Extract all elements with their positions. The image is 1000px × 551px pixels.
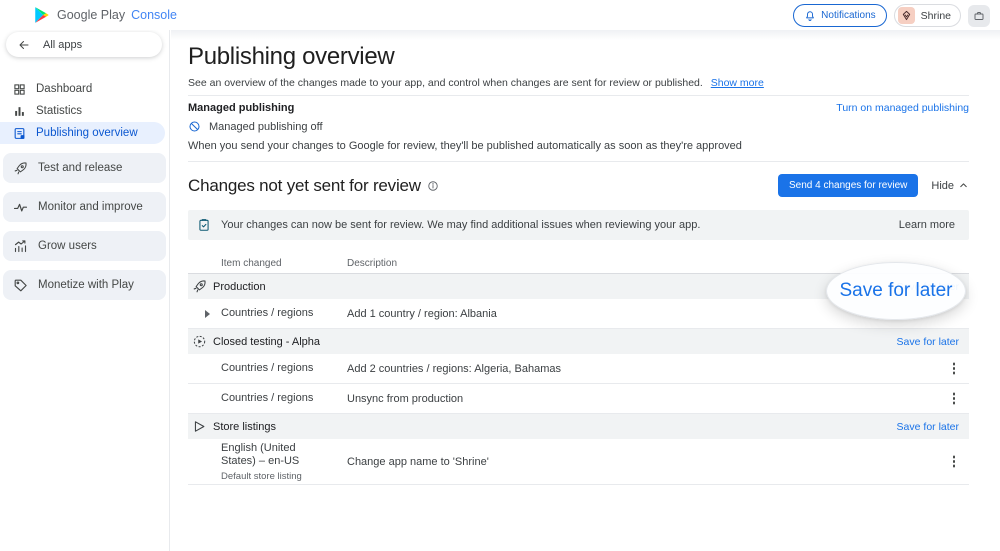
bell-icon xyxy=(804,10,816,22)
back-arrow-icon xyxy=(18,39,30,51)
publishing-overview-icon xyxy=(13,127,26,140)
rocket-icon xyxy=(191,278,208,295)
description-cell: Add 2 countries / regions: Algeria, Baha… xyxy=(347,363,939,375)
row-menu-button[interactable] xyxy=(945,360,963,378)
info-icon[interactable] xyxy=(427,180,439,192)
sidebar-item-label: Statistics xyxy=(36,105,82,117)
kebab-icon xyxy=(953,367,956,370)
growth-chart-icon xyxy=(13,239,28,254)
description-cell: Unsync from production xyxy=(347,393,939,405)
section-row-store-listings: Store listings Save for later xyxy=(188,414,969,439)
pulse-icon xyxy=(13,200,28,215)
row-menu-button[interactable] xyxy=(945,453,963,471)
app-switcher-label: Shrine xyxy=(921,10,951,22)
item-changed-cell: English (United States) – en-US xyxy=(221,442,319,468)
sidebar-group-monitor-and-improve[interactable]: Monitor and improve xyxy=(3,192,166,222)
section-name: Production xyxy=(213,281,266,293)
sidebar-item-dashboard[interactable]: Dashboard xyxy=(0,78,165,100)
column-description: Description xyxy=(347,258,939,269)
expand-row-icon[interactable] xyxy=(204,309,211,318)
all-apps-button[interactable]: All apps xyxy=(6,32,162,57)
chevron-up-icon xyxy=(958,180,969,191)
google-play-console-logo[interactable]: Google Play Console xyxy=(33,0,177,30)
sidebar-item-label: Publishing overview xyxy=(36,127,138,139)
item-changed-subtext: Default store listing xyxy=(221,471,319,482)
managed-publishing-off-icon xyxy=(188,120,201,133)
sidebar-group-label: Grow users xyxy=(38,240,97,252)
kebab-icon xyxy=(953,397,956,400)
tag-icon xyxy=(13,278,28,293)
brand-google-play: Google Play xyxy=(57,8,125,22)
loupe-save-for-later-text[interactable]: Save for later xyxy=(840,280,953,302)
sidebar-group-monetize-with-play[interactable]: Monetize with Play xyxy=(3,270,166,300)
banner-text: Your changes can now be sent for review.… xyxy=(221,219,700,231)
send-changes-button[interactable]: Send 4 changes for review xyxy=(778,174,918,197)
play-console-window: Google Play Console Notifications xyxy=(0,0,1000,551)
notifications-button[interactable]: Notifications xyxy=(793,4,886,27)
account-avatar[interactable] xyxy=(968,5,990,27)
learn-more-link[interactable]: Learn more xyxy=(899,219,955,231)
all-apps-label: All apps xyxy=(43,39,82,51)
sidebar-nav: Dashboard Statistics Pub xyxy=(0,78,165,144)
changes-header-actions: Send 4 changes for review Hide xyxy=(778,174,969,197)
bar-chart-icon xyxy=(13,105,26,118)
play-logo-icon xyxy=(33,6,51,24)
sidebar-group-grow-users[interactable]: Grow users xyxy=(3,231,166,261)
hide-toggle[interactable]: Hide xyxy=(931,180,969,192)
save-for-later-link[interactable]: Save for later xyxy=(897,336,959,348)
sidebar-item-publishing-overview[interactable]: Publishing overview xyxy=(0,122,165,144)
magnifier-loupe: Save for later xyxy=(826,262,966,320)
hide-label: Hide xyxy=(931,180,954,192)
description-cell: Change app name to 'Shrine' xyxy=(347,456,939,468)
item-changed-cell: Countries / regions xyxy=(221,392,313,404)
page-subtitle: See an overview of the changes made to y… xyxy=(188,76,969,91)
sidebar-group-label: Monitor and improve xyxy=(38,201,143,213)
page-title: Publishing overview xyxy=(188,42,969,72)
topbar-actions: Notifications Shrine xyxy=(793,4,990,27)
sidebar-item-statistics[interactable]: Statistics xyxy=(0,100,165,122)
show-more-link[interactable]: Show more xyxy=(711,77,764,89)
store-listings-icon xyxy=(191,418,208,435)
save-for-later-link[interactable]: Save for later xyxy=(897,421,959,433)
managed-publishing-status: Managed publishing off xyxy=(188,120,969,133)
section-name: Store listings xyxy=(213,421,276,433)
sidebar-item-label: Dashboard xyxy=(36,83,92,95)
kebab-icon xyxy=(953,460,956,463)
sidebar-group-test-and-release[interactable]: Test and release xyxy=(3,153,166,183)
review-banner: Your changes can now be sent for review.… xyxy=(188,210,969,240)
briefcase-icon xyxy=(973,10,985,22)
brand-console: Console xyxy=(131,8,177,22)
sidebar-group-label: Test and release xyxy=(38,162,122,174)
managed-publishing-status-text: Managed publishing off xyxy=(209,121,323,133)
table-row-algeria-bahamas: Countries / regions Add 2 countries / re… xyxy=(188,354,969,384)
section-name: Closed testing - Alpha xyxy=(213,336,320,348)
table-row-store-listing: English (United States) – en-US Default … xyxy=(188,439,969,485)
managed-publishing-description: When you send your changes to Google for… xyxy=(188,140,969,152)
sidebar-groups: Test and release Monitor and improve xyxy=(3,153,166,309)
row-menu-button[interactable] xyxy=(945,390,963,408)
clipboard-check-icon xyxy=(197,218,211,232)
item-changed-cell: Countries / regions xyxy=(221,362,313,374)
sidebar-group-label: Monetize with Play xyxy=(38,279,134,291)
section-row-closed-testing: Closed testing - Alpha Save for later xyxy=(188,329,969,354)
item-changed-cell: Countries / regions xyxy=(221,307,313,319)
changes-title: Changes not yet sent for review xyxy=(188,176,421,196)
managed-publishing-title: Managed publishing xyxy=(188,102,294,114)
table-row-unsync: Countries / regions Unsync from producti… xyxy=(188,384,969,414)
managed-publishing-header: Managed publishing Turn on managed publi… xyxy=(188,102,969,114)
turn-on-managed-publishing-link[interactable]: Turn on managed publishing xyxy=(836,102,969,114)
app-switcher[interactable]: Shrine xyxy=(894,4,961,27)
divider xyxy=(188,161,969,162)
topbar: Google Play Console Notifications xyxy=(0,0,1000,30)
notifications-label: Notifications xyxy=(821,10,875,21)
dashboard-icon xyxy=(13,83,26,96)
shrine-app-icon xyxy=(898,7,915,24)
column-item-changed: Item changed xyxy=(188,258,347,269)
closed-testing-icon xyxy=(191,333,208,350)
sidebar: All apps Dashboard Statistics xyxy=(0,30,170,551)
changes-header: Changes not yet sent for review Send 4 c… xyxy=(188,174,969,197)
divider xyxy=(188,95,969,96)
rocket-icon xyxy=(13,161,28,176)
